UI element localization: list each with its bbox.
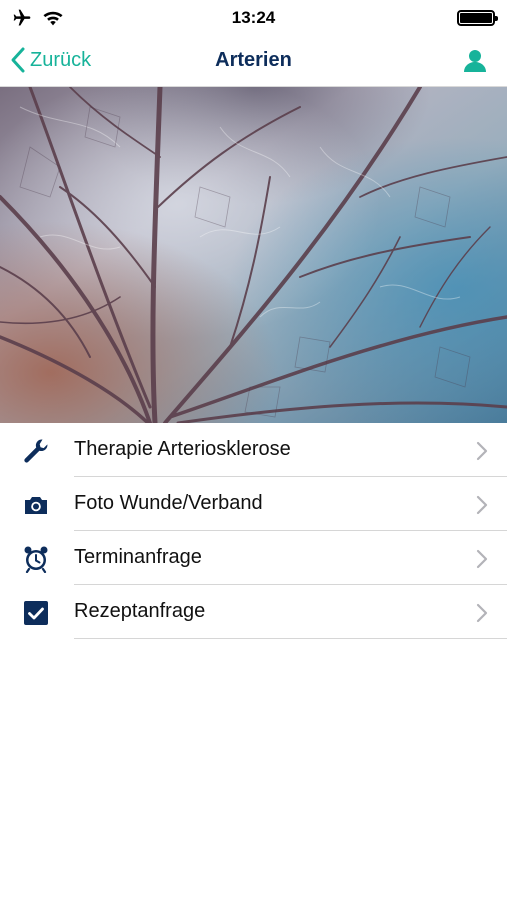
battery-icon (457, 10, 498, 26)
menu-item-label: Terminanfrage (74, 546, 202, 568)
menu-item-foto[interactable]: Foto Wunde/Verband (0, 477, 507, 531)
navigation-bar: Zurück Arterien (0, 36, 507, 87)
profile-button[interactable] (461, 47, 489, 75)
menu-item-label: Rezeptanfrage (74, 600, 206, 622)
leaf-image (0, 87, 507, 423)
page-title: Arterien (215, 49, 292, 71)
chevron-right-icon (476, 603, 488, 623)
hero-image (0, 87, 507, 423)
status-time: 13:24 (231, 8, 276, 27)
chevron-right-icon (476, 549, 488, 569)
divider (74, 638, 507, 639)
user-icon (464, 50, 486, 72)
camera-icon (22, 491, 50, 519)
chevron-right-icon (476, 441, 488, 461)
menu-item-label: Foto Wunde/Verband (74, 492, 263, 514)
menu-item-rezept[interactable]: Rezeptanfrage (0, 585, 507, 639)
chevron-left-icon (11, 47, 25, 73)
menu-item-label: Therapie Arteriosklerose (74, 438, 291, 460)
wrench-icon (22, 437, 50, 465)
menu-item-termin[interactable]: Terminanfrage (0, 531, 507, 585)
back-button[interactable]: Zurück (10, 46, 91, 74)
menu-item-therapie[interactable]: Therapie Arteriosklerose (0, 423, 507, 477)
menu-list: Therapie Arteriosklerose Foto Wunde/Verb… (0, 423, 507, 639)
back-button-label: Zurück (30, 48, 92, 71)
battery-level (460, 13, 492, 23)
chevron-right-icon (476, 495, 488, 515)
checkbox-icon (22, 599, 50, 627)
alarm-clock-icon (22, 545, 50, 573)
status-bar: 13:24 (0, 0, 507, 36)
